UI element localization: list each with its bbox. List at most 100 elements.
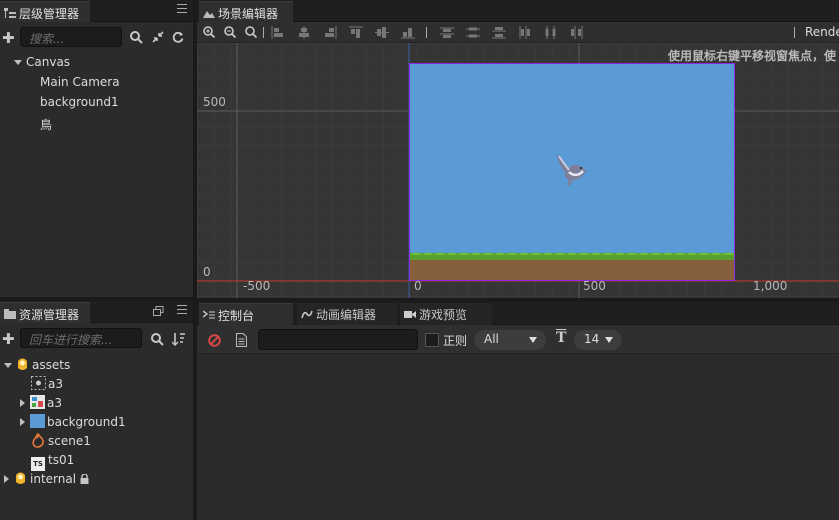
axis-x-label-500: 500	[583, 279, 606, 293]
animation-tab-label: 动画编辑器	[316, 308, 377, 322]
db-icon	[16, 472, 25, 484]
collapse-icon[interactable]	[152, 31, 164, 43]
tree-item-label: 鳥	[40, 118, 53, 132]
render-label[interactable]: Render	[805, 25, 839, 39]
align-top-icon[interactable]	[349, 26, 363, 39]
bird-sprite[interactable]	[553, 152, 589, 188]
asset-item-assets[interactable]: assets	[4, 356, 70, 374]
log-level-select[interactable]: All	[474, 330, 546, 350]
toolbar-separator	[426, 27, 427, 38]
axis-x-label-0: 0	[414, 279, 422, 293]
tab-animation-editor[interactable]: 动画编辑器	[297, 303, 397, 325]
regex-label: 正则	[443, 334, 468, 348]
tab-hierarchy[interactable]: 层级管理器	[0, 1, 90, 22]
zoom-out-icon[interactable]	[224, 26, 236, 38]
search-icon[interactable]	[130, 31, 143, 44]
add-node-button[interactable]: ✚	[2, 29, 15, 47]
asset-item-a3-plist[interactable]: a3	[31, 375, 63, 393]
axis-x-label-neg500: -500	[243, 279, 271, 293]
hierarchy-icon	[4, 8, 16, 18]
console-tabbar: 控制台 动画编辑器 游戏预览	[197, 302, 839, 325]
game-preview-tab-label: 游戏预览	[419, 308, 468, 322]
clear-console-icon[interactable]	[208, 334, 221, 347]
font-size-select[interactable]: 14	[574, 330, 622, 350]
hierarchy-panel: 层级管理器 ✚ 搜索... Canvas Main Camera backgro…	[0, 0, 193, 297]
axis-y-label-0: 0	[203, 265, 211, 279]
typescript-icon: TS	[31, 457, 45, 471]
tree-item-canvas[interactable]: Canvas	[14, 53, 70, 71]
console-icon	[203, 310, 215, 319]
hierarchy-tab-label: 层级管理器	[19, 7, 80, 21]
popout-icon[interactable]	[153, 306, 164, 317]
font-size-icon: T	[556, 330, 567, 346]
video-icon	[404, 311, 416, 318]
align-vcenter-icon[interactable]	[375, 26, 389, 39]
distribute-vcenter-icon[interactable]	[466, 26, 480, 39]
axis-y-label-500: 500	[203, 95, 226, 109]
assets-tabbar: 资源管理器	[0, 301, 193, 323]
hierarchy-tabbar: 层级管理器	[0, 0, 193, 22]
asset-item-label: ts01	[48, 453, 75, 467]
zoom-reset-icon[interactable]	[245, 26, 257, 38]
assets-search-input[interactable]: 回车进行搜索...	[20, 328, 142, 348]
tab-console[interactable]: 控制台	[199, 303, 293, 325]
scene-viewport[interactable]: 使用鼠标右键平移视窗焦点，使 500 0 -500 0 500 1,000	[197, 43, 839, 298]
distribute-left-icon[interactable]	[518, 26, 532, 39]
scene-toolbar: Render	[197, 22, 839, 43]
tree-item-main-camera[interactable]: Main Camera	[40, 73, 120, 91]
add-asset-button[interactable]: ✚	[2, 330, 15, 348]
tree-item-bird[interactable]: 鳥	[40, 116, 52, 134]
dropdown-caret-icon	[605, 337, 613, 343]
distribute-top-icon[interactable]	[440, 26, 454, 39]
refresh-icon[interactable]	[172, 31, 184, 43]
scene-panel: 场景编辑器 Render	[197, 0, 839, 298]
search-icon[interactable]	[151, 333, 164, 346]
open-log-file-icon[interactable]	[236, 333, 247, 347]
tab-scene[interactable]: 场景编辑器	[199, 1, 293, 22]
asset-item-internal[interactable]: internal	[4, 470, 89, 488]
asset-item-label: a3	[48, 377, 63, 391]
regex-checkbox[interactable]	[425, 333, 439, 347]
asset-item-a3-texture[interactable]: a3	[20, 394, 62, 412]
log-level-value: All	[484, 332, 499, 346]
tree-item-label: Canvas	[26, 55, 71, 69]
zoom-in-icon[interactable]	[203, 26, 215, 38]
asset-item-label: internal	[30, 472, 77, 486]
hierarchy-search-input[interactable]: 搜索...	[20, 27, 122, 47]
canvas-frame[interactable]	[409, 63, 735, 281]
align-bottom-icon[interactable]	[401, 26, 415, 39]
expand-arrow-icon[interactable]	[20, 399, 25, 407]
expand-arrow-icon[interactable]	[14, 60, 22, 65]
asset-item-background1[interactable]: background1	[20, 413, 126, 431]
console-tab-label: 控制台	[218, 309, 255, 323]
tab-game-preview[interactable]: 游戏预览	[400, 303, 492, 325]
expand-arrow-icon[interactable]	[4, 363, 12, 368]
tab-assets[interactable]: 资源管理器	[0, 302, 90, 323]
distribute-right-icon[interactable]	[570, 26, 584, 39]
asset-item-scene1[interactable]: scene1	[31, 431, 91, 450]
align-left-icon[interactable]	[271, 26, 285, 39]
distribute-bottom-icon[interactable]	[492, 26, 506, 39]
image-thumb-icon	[30, 414, 45, 428]
animation-icon	[301, 310, 313, 319]
assets-menu-icon[interactable]	[177, 305, 187, 315]
sort-icon[interactable]	[172, 332, 185, 346]
mountain-icon	[203, 11, 215, 18]
console-panel: 控制台 动画编辑器 游戏预览 正则 All T 14	[197, 302, 839, 520]
assets-panel: 资源管理器 ✚ 回车进行搜索... assets a3 a3 backgroun…	[0, 301, 193, 520]
scene-fire-icon	[32, 431, 44, 448]
tree-item-label: background1	[40, 95, 119, 109]
console-output	[197, 355, 839, 520]
asset-item-ts01[interactable]: TS ts01	[31, 451, 75, 471]
distribute-hcenter-icon[interactable]	[544, 26, 558, 39]
tree-item-background1[interactable]: background1	[40, 93, 119, 111]
asset-item-label: a3	[47, 396, 62, 410]
hierarchy-menu-icon[interactable]	[177, 4, 187, 14]
expand-arrow-icon[interactable]	[4, 475, 9, 483]
texture-icon	[30, 395, 45, 409]
expand-arrow-icon[interactable]	[20, 418, 25, 426]
console-filter-input[interactable]	[258, 329, 418, 350]
align-hcenter-icon[interactable]	[297, 26, 311, 39]
viewport-hint: 使用鼠标右键平移视窗焦点，使	[668, 49, 837, 63]
align-right-icon[interactable]	[323, 26, 337, 39]
